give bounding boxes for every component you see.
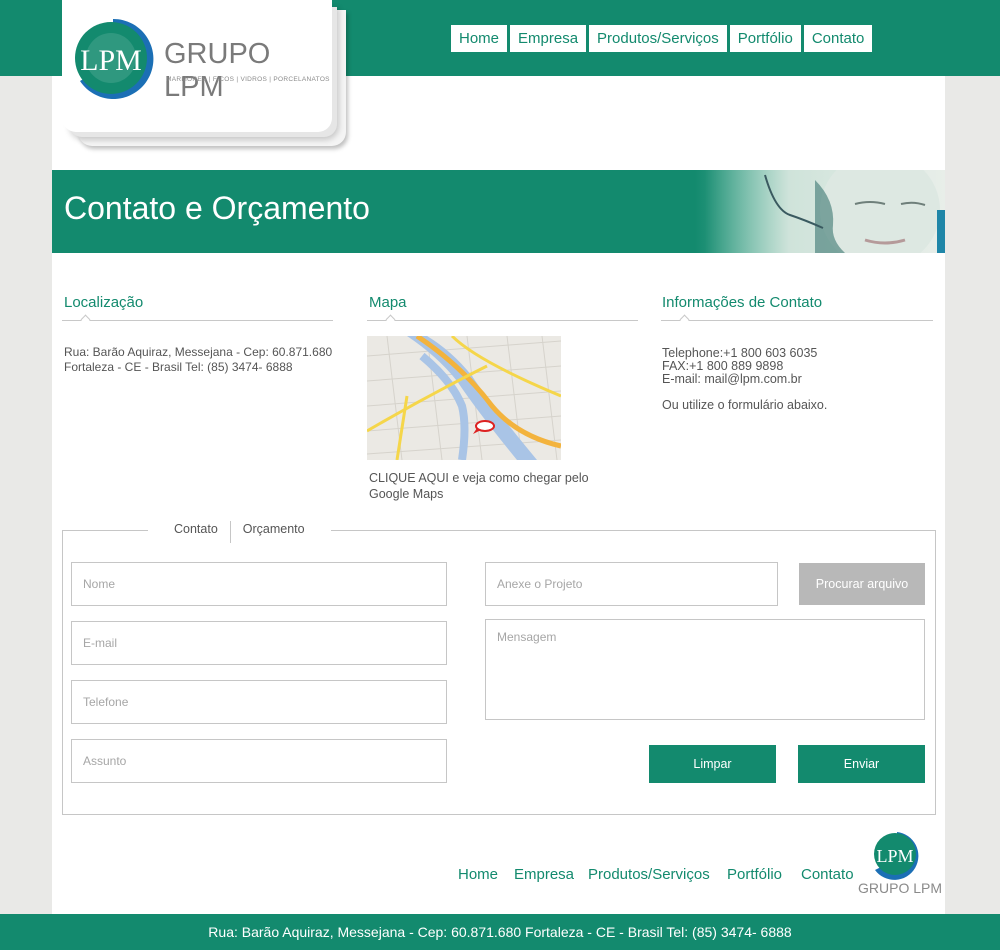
map-divider xyxy=(367,320,638,321)
contact-info-block: Telephone:+1 800 603 6035 FAX:+1 800 889… xyxy=(662,347,817,386)
footer-nav-contato[interactable]: Contato xyxy=(801,866,854,883)
tab-contato[interactable]: Contato xyxy=(162,520,230,542)
nav-home[interactable]: Home xyxy=(451,25,508,52)
address-line-1: Rua: Barão Aquiraz, Messejana - Cep: 60.… xyxy=(64,345,333,359)
contact-info-divider xyxy=(661,320,933,321)
logo-name: GRUPO LPM xyxy=(164,38,271,103)
location-heading: Localização xyxy=(64,294,144,311)
phone-input[interactable] xyxy=(71,680,447,724)
logo-card[interactable]: LPM GRUPO LPM MARMORES | FICOS | VIDROS … xyxy=(62,0,332,132)
location-divider xyxy=(62,320,333,321)
nav-empresa[interactable]: Empresa xyxy=(510,25,587,52)
name-input[interactable] xyxy=(71,562,447,606)
footer-nav-produtos-servicos[interactable]: Produtos/Serviços xyxy=(588,866,710,883)
footer-address-bar: Rua: Barão Aquiraz, Messejana - Cep: 60.… xyxy=(0,914,1000,950)
footer-nav-empresa[interactable]: Empresa xyxy=(514,866,574,883)
email-text: E-mail: mail@lpm.com.br xyxy=(662,372,802,386)
footer-logo-name: GRUPO LPM xyxy=(858,880,943,896)
nav-produtos-servicos[interactable]: Produtos/Serviços xyxy=(589,25,727,52)
message-textarea[interactable] xyxy=(485,619,925,720)
nav-portfolio[interactable]: Portfólio xyxy=(729,25,801,52)
footer-nav-portfolio[interactable]: Portfólio xyxy=(727,866,782,883)
lpm-logo-mark-icon: LPM xyxy=(75,18,154,99)
footer-address: Rua: Barão Aquiraz, Messejana - Cep: 60.… xyxy=(208,924,792,940)
submit-button[interactable]: Enviar xyxy=(798,745,925,783)
tab-orcamento[interactable]: Orçamento xyxy=(231,520,317,542)
logo-initials: LPM xyxy=(80,44,142,77)
logo-tagline: MARMORES | FICOS | VIDROS | PORCELANATOS xyxy=(166,76,330,83)
map-heading: Mapa xyxy=(369,294,407,311)
subject-input[interactable] xyxy=(71,739,447,783)
footer-nav-home[interactable]: Home xyxy=(458,866,498,883)
email-input[interactable] xyxy=(71,621,447,665)
contact-info-heading: Informações de Contato xyxy=(662,294,823,311)
map-thumbnail[interactable] xyxy=(367,336,561,460)
location-address: Rua: Barão Aquiraz, Messejana - Cep: 60.… xyxy=(64,345,344,375)
nav-contato[interactable]: Contato xyxy=(803,25,873,52)
clear-button[interactable]: Limpar xyxy=(649,745,776,783)
form-hint-text: Ou utilize o formulário abaixo. xyxy=(662,398,828,412)
main-nav: Home Empresa Produtos/Serviços Portfólio… xyxy=(451,25,873,52)
address-line-2: Fortaleza - CE - Brasil Tel: (85) 3474- … xyxy=(64,360,293,374)
map-image xyxy=(367,336,561,460)
page-title: Contato e Orçamento xyxy=(64,190,370,226)
google-maps-link[interactable]: CLIQUE AQUI e veja como chegar pelo Goog… xyxy=(369,470,609,502)
browse-file-button[interactable]: Procurar arquivo xyxy=(799,563,925,605)
page-banner: Contato e Orçamento xyxy=(52,170,945,253)
footer-logo-initials: LPM xyxy=(876,846,913,866)
attachment-input[interactable] xyxy=(485,562,778,606)
form-tabs: Contato Orçamento xyxy=(148,520,331,543)
headset-woman-photo xyxy=(705,170,945,253)
